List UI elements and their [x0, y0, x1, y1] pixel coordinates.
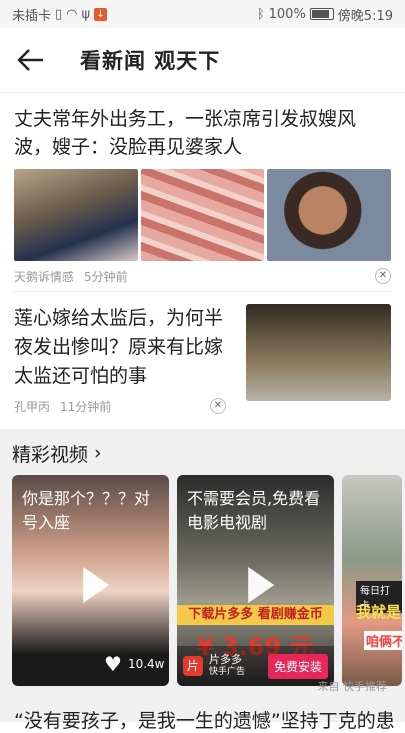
- status-bar: 未插卡 ▯ ◠ ψ ↓ ᛒ 100% 傍晚5:19: [0, 0, 405, 28]
- ad-banner: 下载片多多 看剧赚金币: [177, 605, 334, 625]
- video-source-note: 来自 快手推荐: [317, 680, 388, 693]
- video-card[interactable]: 你是那个？？？对号入座 ♥ 10.4w: [12, 475, 169, 686]
- article-meta: 孔甲丙 11分钟前 ✕: [14, 391, 234, 421]
- video-caption: 不需要会员,免费看电影电视剧: [187, 489, 321, 532]
- app-header: 看新闻 观天下: [0, 28, 405, 93]
- page-title: 看新闻 观天下: [80, 49, 221, 73]
- chevron-right-icon: ›: [94, 442, 102, 464]
- article-time: 11分钟前: [60, 399, 112, 414]
- article-title[interactable]: 莲心嫁给太监后，为何半夜发出惨叫？原来有比嫁太监还可怕的事: [14, 304, 234, 391]
- app-logo-icon: 片: [183, 656, 203, 676]
- article-title[interactable]: 丈夫常年外出务工，一张凉席引发叔嫂风波，嫂子：没脸再见婆家人: [14, 105, 391, 161]
- video-section-title: 精彩视频: [12, 443, 89, 466]
- article-image-woman: [267, 169, 392, 261]
- dismiss-icon[interactable]: ✕: [210, 398, 226, 414]
- carrier-text: 未插卡: [12, 8, 52, 24]
- back-arrow-icon[interactable]: [16, 44, 48, 76]
- play-icon[interactable]: [247, 566, 274, 603]
- usb-icon: ψ: [81, 6, 91, 22]
- video-caption: 你是那个？？？对号入座: [22, 489, 151, 532]
- article-image-cash: [140, 169, 265, 261]
- heart-icon[interactable]: ♥: [104, 652, 122, 676]
- video-section-header[interactable]: 精彩视频 ›: [12, 437, 405, 469]
- article-card-2[interactable]: 莲心嫁给太监后，为何半夜发出惨叫？原来有比嫁太监还可怕的事 孔甲丙 11分钟前 …: [0, 292, 405, 421]
- article-source: 天鹅诉情感: [14, 269, 75, 284]
- article-images: [14, 169, 392, 261]
- article-time: 5分钟前: [84, 269, 128, 284]
- dismiss-icon[interactable]: ✕: [375, 268, 391, 284]
- article-image-palace: [246, 304, 391, 401]
- sim-icon: ▯: [55, 6, 63, 22]
- download-icon: ↓: [94, 7, 108, 21]
- video-ad-card[interactable]: 不需要会员,免费看电影电视剧 下载片多多 看剧赚金币 ¥ 3.69 元 片 片多…: [177, 475, 334, 686]
- article-source: 孔甲丙: [14, 399, 51, 414]
- video-tag: 我就是: [356, 603, 402, 621]
- clock: 傍晚5:19: [337, 8, 393, 24]
- play-icon[interactable]: [82, 566, 109, 603]
- video-tag: 咱俩不: [364, 631, 402, 650]
- battery-icon: [309, 8, 334, 20]
- ad-footer: 片 片多多 快手广告 免费安装: [177, 646, 334, 686]
- ad-app-name: 片多多: [209, 653, 242, 666]
- article-meta: 天鹅诉情感 5分钟前 ✕: [14, 261, 391, 291]
- article-card-1[interactable]: 丈夫常年外出务工，一张凉席引发叔嫂风波，嫂子：没脸再见婆家人 天鹅诉情感 5分钟…: [0, 93, 405, 291]
- install-button[interactable]: 免费安装: [267, 653, 328, 679]
- article-image-family: [14, 169, 138, 261]
- bluetooth-icon: ᛒ: [256, 6, 265, 22]
- video-card[interactable]: 每日打卡 我就是 咱俩不: [342, 475, 402, 686]
- ad-note: 快手广告: [209, 667, 246, 677]
- like-count: 10.4w: [127, 657, 165, 671]
- wifi-icon: ◠: [66, 6, 78, 22]
- likes: ♥ 10.4w: [104, 652, 164, 676]
- video-list: 你是那个？？？对号入座 ♥ 10.4w 不需要会员,免费看电影电视剧 下载片多多…: [12, 475, 405, 686]
- battery-percent: 100%: [268, 6, 306, 22]
